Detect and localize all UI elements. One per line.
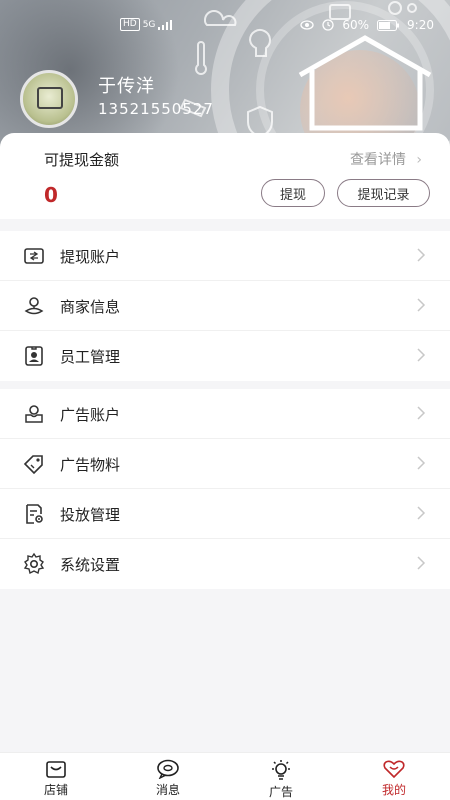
alarm-icon xyxy=(322,19,335,31)
chevron-right-icon: › xyxy=(416,152,422,168)
menu-label: 投放管理 xyxy=(60,506,121,524)
menu-item-system-settings[interactable]: 系统设置 xyxy=(0,539,450,589)
signal-icon xyxy=(158,19,173,30)
menu-label: 系统设置 xyxy=(60,556,121,574)
shop-icon xyxy=(46,761,66,778)
chevron-right-icon xyxy=(417,348,426,362)
document-settings-icon xyxy=(26,504,43,524)
tab-ads[interactable]: 广告 xyxy=(251,759,311,800)
menu-group-finance: 提现账户 商家信息 员工管理 xyxy=(0,231,450,381)
balance-amount: 0 xyxy=(44,183,58,207)
wallet-icon xyxy=(24,248,44,264)
menu-label: 广告物料 xyxy=(60,456,121,474)
view-details-link[interactable]: 查看详情 › xyxy=(350,149,422,169)
status-bar: HD 5G 60% 9:20 xyxy=(0,16,450,36)
withdraw-records-button[interactable]: 提现记录 xyxy=(337,179,430,207)
user-name: 于传洋 xyxy=(98,76,155,97)
avatar[interactable] xyxy=(20,70,78,128)
network-type: HD xyxy=(120,18,140,31)
chevron-right-icon xyxy=(417,556,426,570)
menu-item-ad-account[interactable]: 广告账户 xyxy=(0,389,450,439)
chevron-right-icon xyxy=(417,506,426,520)
battery-icon xyxy=(377,19,400,31)
chevron-right-icon xyxy=(417,298,426,312)
menu-item-delivery-management[interactable]: 投放管理 xyxy=(0,489,450,539)
withdraw-button[interactable]: 提现 xyxy=(261,179,325,207)
menu-item-withdraw-account[interactable]: 提现账户 xyxy=(0,231,450,281)
gear-icon xyxy=(23,552,45,575)
location-icon xyxy=(24,297,44,315)
menu-label: 广告账户 xyxy=(60,406,121,424)
chevron-right-icon xyxy=(417,248,426,262)
chevron-right-icon xyxy=(417,406,426,420)
tab-mine[interactable]: 我的 xyxy=(364,759,424,798)
menu-label: 员工管理 xyxy=(60,348,121,366)
bulb-icon xyxy=(272,760,290,780)
battery-level: 60% xyxy=(342,18,370,32)
heart-icon xyxy=(383,760,405,779)
menu-item-merchant-info[interactable]: 商家信息 xyxy=(0,281,450,331)
balance-title: 可提现金额 xyxy=(44,151,120,169)
bottom-tab-bar: 店铺 消息 广告 我的 xyxy=(0,752,450,800)
tag-icon xyxy=(23,455,43,475)
menu-item-staff-management[interactable]: 员工管理 xyxy=(0,331,450,381)
tab-messages[interactable]: 消息 xyxy=(138,759,198,798)
balance-card: 可提现金额 查看详情 › 0 提现 提现记录 xyxy=(0,133,450,219)
clock-time: 9:20 xyxy=(407,18,434,32)
user-phone: 13521550527 xyxy=(98,100,214,118)
chevron-right-icon xyxy=(417,456,426,470)
menu-label: 商家信息 xyxy=(60,298,121,316)
menu-label: 提现账户 xyxy=(60,248,121,266)
tab-shop[interactable]: 店铺 xyxy=(26,759,86,798)
menu-item-ad-materials[interactable]: 广告物料 xyxy=(0,439,450,489)
signal-type: 5G xyxy=(142,19,156,30)
eye-icon xyxy=(300,20,315,30)
menu-group-ads: 广告账户 广告物料 投放管理 系统设置 xyxy=(0,389,450,589)
badge-icon xyxy=(25,346,43,366)
message-icon xyxy=(157,759,179,779)
user-account-icon xyxy=(25,405,43,423)
